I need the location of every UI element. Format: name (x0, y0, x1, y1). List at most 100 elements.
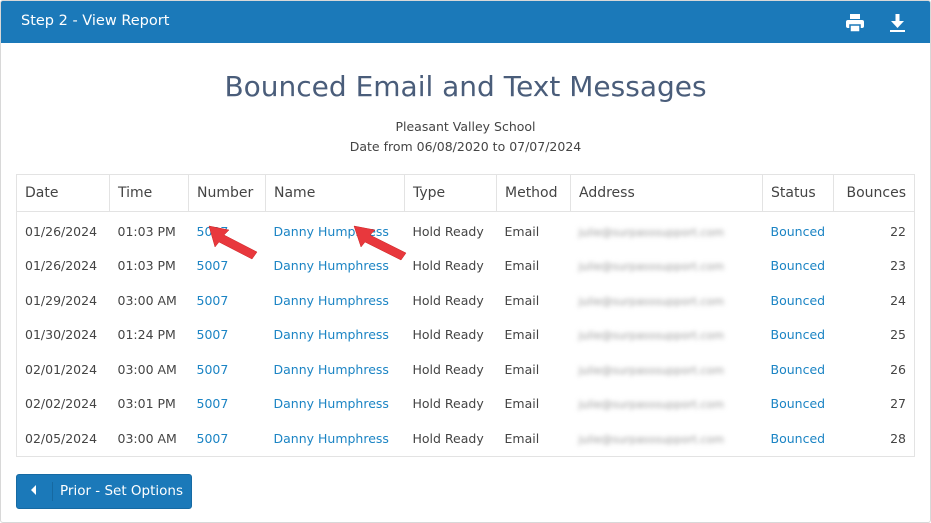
caret-left-icon (31, 485, 36, 495)
row-type-cell: Hold Ready (405, 318, 497, 353)
row-bounces-cell: 28 (833, 421, 914, 456)
row-method: Email (504, 258, 540, 274)
row-status-cell: Bounced (763, 283, 834, 318)
row-type: Hold Ready (412, 430, 484, 446)
panel-header: Step 2 - View Report (1, 1, 930, 43)
column-header-name[interactable]: Name (265, 174, 405, 212)
row-address-cell: julie@surpasssupport.com (571, 212, 763, 249)
row-bounces-cell: 23 (833, 249, 914, 284)
row-time-cell: 03:00 AM (110, 283, 189, 318)
date-range: Date from 06/08/2020 to 07/07/2024 (349, 139, 582, 154)
row-bounces-cell: 22 (833, 212, 914, 249)
column-header-method[interactable]: Method (496, 174, 571, 212)
column-header-address[interactable]: Address (570, 174, 763, 212)
row-type: Hold Ready (412, 223, 484, 239)
row-date-cell: 02/02/2024 (17, 387, 110, 422)
row-number-link[interactable]: 5007 (197, 258, 229, 273)
row-address-cell: julie@surpasssupport.com (571, 421, 763, 456)
row-type-cell: Hold Ready (405, 283, 497, 318)
row-name-link[interactable]: Danny Humphress (274, 293, 389, 308)
row-date-cell: 01/26/2024 (17, 249, 110, 284)
row-method-cell: Email (497, 318, 571, 353)
row-status-link[interactable]: Bounced (771, 431, 826, 446)
row-address-cell: julie@surpasssupport.com (571, 352, 763, 387)
row-bounces-cell: 27 (833, 387, 914, 422)
row-address-cell: julie@surpasssupport.com (571, 387, 763, 422)
row-number-cell: 5007 (189, 249, 266, 284)
row-address-cell: julie@surpasssupport.com (571, 318, 763, 353)
download-icon[interactable] (887, 12, 909, 34)
prior-button-label: Prior - Set Options (60, 483, 184, 499)
row-status-link[interactable]: Bounced (771, 224, 826, 239)
row-bounces: 25 (890, 327, 906, 343)
row-status-link[interactable]: Bounced (771, 396, 826, 411)
row-date-cell: 01/29/2024 (17, 283, 110, 318)
row-method-cell: Email (497, 212, 571, 249)
row-number-cell: 5007 (189, 283, 266, 318)
row-status-link[interactable]: Bounced (771, 258, 826, 273)
row-address-cell: julie@surpasssupport.com (571, 249, 763, 284)
row-status-link[interactable]: Bounced (771, 362, 826, 377)
table-row: 01/30/2024 01:24 PM 5007 Danny Humphress Hol… (17, 318, 915, 353)
print-icon[interactable] (844, 12, 866, 34)
row-name-link[interactable]: Danny Humphress (274, 224, 389, 239)
row-number-cell: 5007 (189, 318, 266, 353)
column-header-date[interactable]: Date (16, 174, 110, 212)
row-method-cell: Email (497, 249, 571, 284)
row-date: 01/29/2024 (25, 292, 98, 308)
row-address-cell: julie@surpasssupport.com (571, 283, 763, 318)
column-header-number[interactable]: Number (188, 174, 266, 212)
row-name-link[interactable]: Danny Humphress (274, 327, 389, 342)
row-number-link[interactable]: 5007 (197, 362, 229, 377)
row-address: julie@surpasssupport.com (578, 294, 725, 308)
row-number-cell: 5007 (189, 421, 266, 456)
row-name-cell: Danny Humphress (266, 352, 405, 387)
row-name-link[interactable]: Danny Humphress (274, 431, 389, 446)
row-status-cell: Bounced (763, 421, 834, 456)
row-number-link[interactable]: 5007 (197, 224, 229, 239)
table-row: 02/01/2024 03:00 AM 5007 Danny Humphress Hol… (17, 352, 915, 387)
row-method-cell: Email (497, 421, 571, 456)
row-name-link[interactable]: Danny Humphress (274, 362, 389, 377)
row-name-cell: Danny Humphress (266, 212, 405, 249)
row-time: 03:01 PM (117, 396, 176, 412)
table-row: 01/26/2024 01:03 PM 5007 Danny Humphress Hol… (17, 212, 915, 249)
column-header-type[interactable]: Type (404, 174, 497, 212)
row-name-link[interactable]: Danny Humphress (274, 396, 389, 411)
row-time: 01:03 PM (117, 258, 176, 274)
row-address: julie@surpasssupport.com (578, 363, 725, 377)
row-type: Hold Ready (412, 361, 484, 377)
row-status-link[interactable]: Bounced (771, 293, 826, 308)
row-number-link[interactable]: 5007 (197, 327, 229, 342)
row-name-link[interactable]: Danny Humphress (274, 258, 389, 273)
row-time: 03:00 AM (117, 430, 177, 446)
row-date: 02/01/2024 (25, 361, 98, 377)
row-status-cell: Bounced (763, 387, 834, 422)
row-bounces: 27 (890, 396, 906, 412)
row-address: julie@surpasssupport.com (578, 329, 725, 343)
row-number-cell: 5007 (189, 212, 266, 249)
row-bounces: 28 (890, 430, 906, 446)
row-name-cell: Danny Humphress (266, 421, 405, 456)
table-row: 02/05/2024 03:00 AM 5007 Danny Humphress Hol… (17, 421, 915, 456)
column-header-status[interactable]: Status (762, 174, 834, 212)
table-row: 01/29/2024 03:00 AM 5007 Danny Humphress Hol… (17, 283, 915, 318)
row-number-link[interactable]: 5007 (197, 293, 229, 308)
row-bounces-cell: 24 (833, 283, 914, 318)
row-name-cell: Danny Humphress (266, 283, 405, 318)
row-address: julie@surpasssupport.com (578, 260, 725, 274)
prior-set-options-button[interactable]: Prior - Set Options (16, 474, 192, 509)
row-status-link[interactable]: Bounced (771, 327, 826, 342)
row-number-link[interactable]: 5007 (197, 396, 229, 411)
row-number-link[interactable]: 5007 (197, 431, 229, 446)
row-method: Email (504, 396, 540, 412)
row-bounces: 26 (890, 361, 906, 377)
row-bounces-cell: 26 (833, 352, 914, 387)
row-method: Email (504, 292, 540, 308)
report-title: Bounced Email and Text Messages (224, 70, 707, 103)
row-address: julie@surpasssupport.com (578, 225, 725, 239)
row-status-cell: Bounced (763, 212, 834, 249)
row-date: 02/02/2024 (25, 396, 98, 412)
column-header-bounces[interactable]: Bounces (832, 174, 916, 212)
column-header-time[interactable]: Time (109, 174, 189, 212)
